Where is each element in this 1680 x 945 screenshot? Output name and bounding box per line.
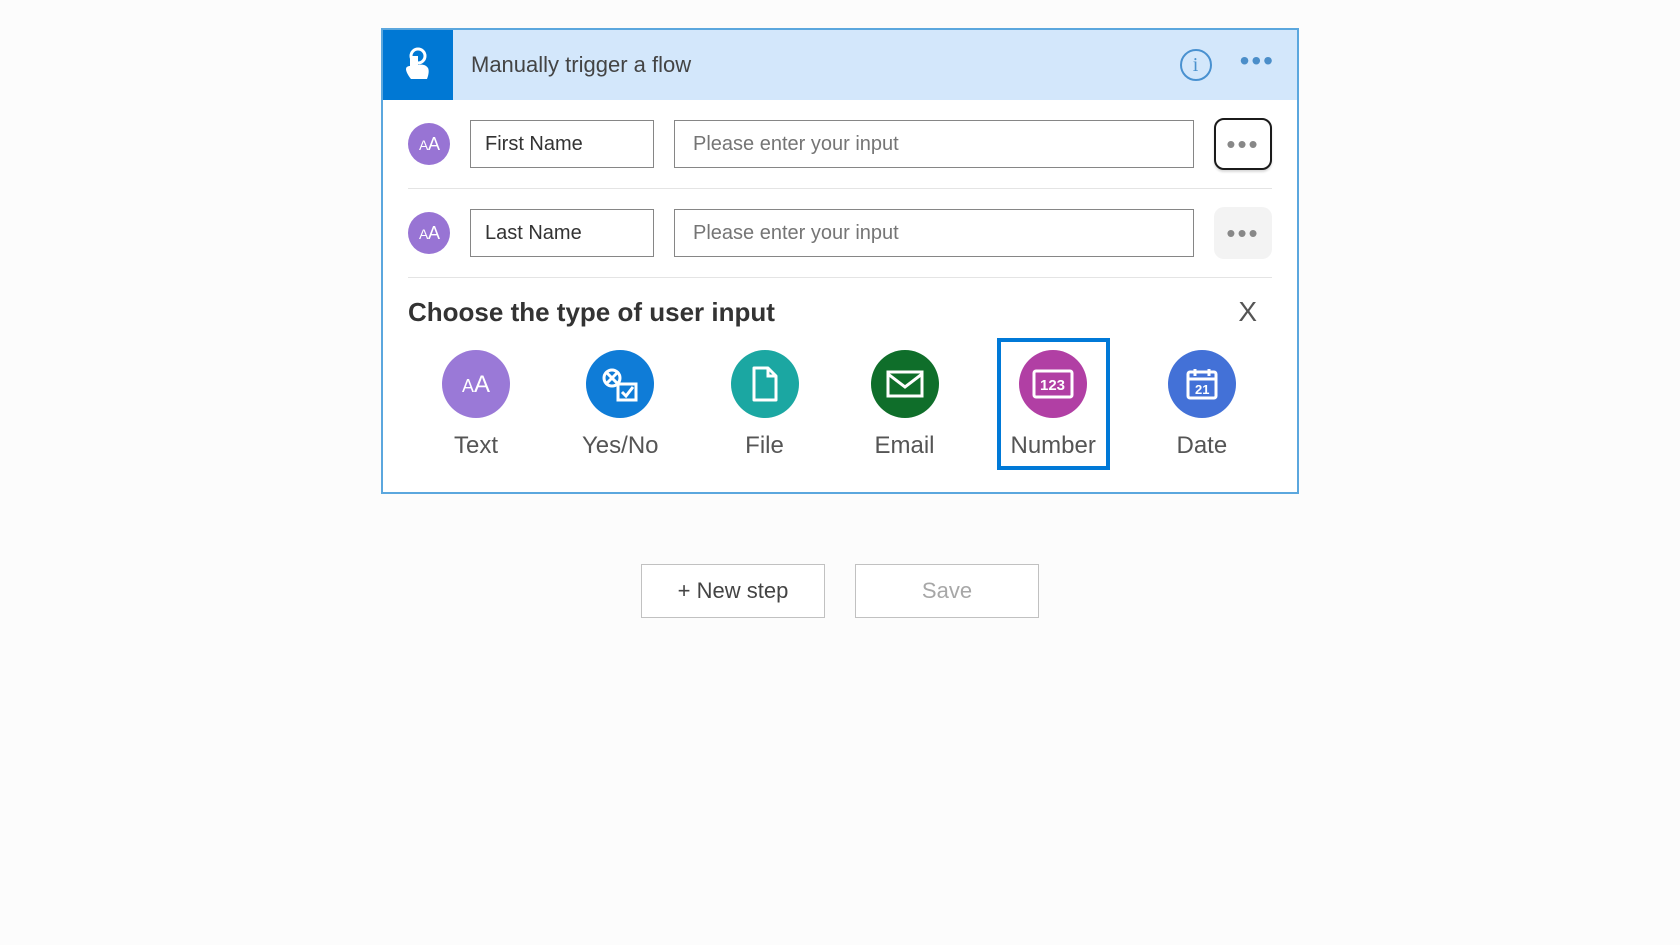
trigger-icon bbox=[383, 30, 453, 100]
input-row-more-menu[interactable]: ••• bbox=[1214, 118, 1272, 170]
type-option-number[interactable]: 123 Number bbox=[997, 338, 1110, 470]
choose-header: Choose the type of user input X bbox=[408, 296, 1272, 328]
header-actions: i ••• bbox=[1180, 30, 1297, 100]
email-icon bbox=[871, 350, 939, 418]
type-grid: AA Text Yes/No bbox=[408, 328, 1272, 480]
file-icon bbox=[731, 350, 799, 418]
svg-text:A: A bbox=[474, 371, 490, 398]
text-icon: AA bbox=[442, 350, 510, 418]
type-label: File bbox=[745, 432, 784, 460]
trigger-header: Manually trigger a flow i ••• bbox=[383, 30, 1297, 100]
type-label: Yes/No bbox=[582, 432, 659, 460]
svg-text:A: A bbox=[428, 223, 440, 243]
type-label: Number bbox=[1011, 432, 1096, 460]
type-label: Email bbox=[874, 432, 934, 460]
svg-text:A: A bbox=[428, 134, 440, 154]
input-value-field[interactable] bbox=[674, 209, 1194, 257]
type-option-yesno[interactable]: Yes/No bbox=[568, 338, 673, 470]
input-label-field[interactable] bbox=[470, 120, 654, 168]
choose-title: Choose the type of user input bbox=[408, 297, 775, 328]
date-icon: 21 bbox=[1168, 350, 1236, 418]
text-type-icon: AA bbox=[408, 123, 450, 165]
type-label: Date bbox=[1177, 432, 1228, 460]
input-row-more-menu[interactable]: ••• bbox=[1214, 207, 1272, 259]
yesno-icon bbox=[586, 350, 654, 418]
input-row: AA ••• bbox=[408, 100, 1272, 189]
type-option-text[interactable]: AA Text bbox=[428, 338, 524, 470]
number-icon: 123 bbox=[1019, 350, 1087, 418]
type-option-file[interactable]: File bbox=[717, 338, 813, 470]
new-step-button[interactable]: + New step bbox=[641, 564, 825, 618]
save-button[interactable]: Save bbox=[855, 564, 1039, 618]
svg-text:21: 21 bbox=[1195, 382, 1209, 397]
type-option-email[interactable]: Email bbox=[857, 338, 953, 470]
type-label: Text bbox=[454, 432, 498, 460]
input-value-field[interactable] bbox=[674, 120, 1194, 168]
svg-text:A: A bbox=[462, 376, 474, 396]
text-type-icon: AA bbox=[408, 212, 450, 254]
close-icon[interactable]: X bbox=[1228, 296, 1267, 328]
footer-actions: + New step Save bbox=[641, 564, 1039, 618]
input-row: AA ••• bbox=[408, 189, 1272, 278]
touch-icon bbox=[398, 45, 438, 85]
type-option-date[interactable]: 21 Date bbox=[1154, 338, 1250, 470]
choose-input-type-section: Choose the type of user input X AA Text bbox=[408, 278, 1272, 480]
trigger-title: Manually trigger a flow bbox=[453, 30, 1180, 100]
header-more-menu[interactable]: ••• bbox=[1240, 53, 1275, 78]
info-icon[interactable]: i bbox=[1180, 49, 1212, 81]
input-label-field[interactable] bbox=[470, 209, 654, 257]
svg-text:123: 123 bbox=[1040, 377, 1065, 394]
card-body: AA ••• AA ••• Choose the type of user in… bbox=[383, 100, 1297, 492]
trigger-card: Manually trigger a flow i ••• AA ••• AA … bbox=[381, 28, 1299, 494]
